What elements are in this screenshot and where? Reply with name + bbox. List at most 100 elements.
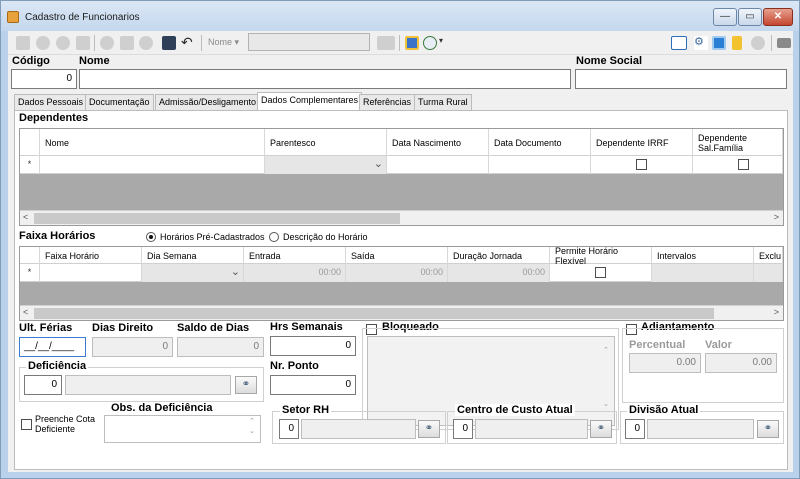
divisao-search-button[interactable]: ⚭ [757, 420, 779, 438]
setor-rh-search-button[interactable]: ⚭ [418, 420, 440, 438]
cell-entrada[interactable]: 00:00 [244, 264, 346, 282]
deficiencia-code-input[interactable]: 0 [24, 375, 62, 395]
last-record-icon[interactable] [76, 36, 90, 50]
search-field-dropdown[interactable]: Nome ▾ [208, 37, 239, 48]
minimize-button[interactable]: — [713, 8, 737, 26]
vertical-scrollbar[interactable]: ⌃ ⌄ [245, 417, 259, 441]
chevron-down-icon[interactable]: ⌄ [374, 157, 383, 170]
maximize-button[interactable]: ▭ [738, 8, 762, 26]
setor-rh-code-input[interactable]: 0 [279, 419, 299, 439]
scroll-down-icon[interactable]: ⌄ [245, 427, 259, 435]
col-intervalos[interactable]: Intervalos [652, 247, 754, 264]
scroll-right-icon[interactable]: > [774, 212, 779, 222]
report-icon[interactable] [405, 36, 419, 50]
settings-gear-icon[interactable]: ⚙ [694, 36, 708, 50]
edit-record-icon[interactable] [120, 36, 134, 50]
col-duracao-jornada[interactable]: Duração Jornada [448, 247, 550, 264]
centro-custo-search-button[interactable]: ⚭ [590, 420, 612, 438]
tab-dados-pessoais[interactable]: Dados Pessoais [14, 94, 88, 110]
col-entrada[interactable]: Entrada [244, 247, 346, 264]
scroll-thumb[interactable] [34, 213, 400, 224]
cell-data-nascimento[interactable] [387, 156, 489, 174]
col-permite-horario-flexivel[interactable]: Permite Horário Flexível [550, 247, 652, 266]
refresh-icon[interactable] [712, 36, 726, 50]
dependente-irrf-checkbox[interactable] [636, 159, 647, 170]
cell-data-documento[interactable] [489, 156, 591, 174]
list-view-icon[interactable] [377, 36, 395, 50]
col-dependente-sal-familia[interactable]: Dependente Sal.Família [693, 129, 783, 156]
dias-direito-input[interactable]: 0 [92, 337, 173, 357]
search-input[interactable] [248, 33, 370, 51]
deficiencia-search-button[interactable]: ⚭ [235, 376, 257, 394]
previous-record-icon[interactable] [36, 36, 50, 50]
percentual-input[interactable]: 0.00 [629, 353, 701, 373]
ult-ferias-date-input[interactable]: __/__/____ [19, 337, 86, 357]
cell-duracao-jornada[interactable]: 00:00 [448, 264, 550, 282]
centro-custo-code-input[interactable]: 0 [453, 419, 473, 439]
tab-turma-rural[interactable]: Turma Rural [414, 94, 472, 110]
preenche-cota-deficiente-label: Preenche Cota Deficiente [35, 414, 96, 434]
col-excluir[interactable]: Exclu [754, 247, 783, 264]
dependente-sal-familia-checkbox[interactable] [738, 159, 749, 170]
cell-intervalos[interactable] [652, 264, 754, 282]
permite-horario-flexivel-checkbox[interactable] [595, 267, 606, 278]
form-view-icon[interactable] [671, 36, 687, 50]
toolbar: ↶ Nome ▾ ▾ ⚙ [8, 31, 793, 55]
preenche-cota-deficiente-checkbox[interactable] [21, 419, 32, 430]
tab-documentacao[interactable]: Documentação [85, 94, 154, 110]
obs-deficiencia-textarea[interactable]: ⌃ ⌄ [104, 415, 261, 443]
tab-dados-complementares[interactable]: Dados Complementares [257, 92, 363, 111]
radio-descricao-do-horario[interactable] [269, 232, 279, 242]
toolbar-separator [771, 35, 772, 51]
scroll-up-icon[interactable]: ⌃ [245, 417, 259, 425]
save-icon[interactable] [162, 36, 176, 50]
faixa-horizontal-scrollbar[interactable]: < > [20, 305, 783, 320]
saldo-dias-input[interactable]: 0 [177, 337, 264, 357]
tab-referencias[interactable]: Referências [359, 94, 416, 110]
valor-input[interactable]: 0.00 [705, 353, 777, 373]
close-button[interactable]: ✕ [763, 8, 793, 26]
scroll-left-icon[interactable]: < [23, 307, 28, 317]
col-data-nascimento[interactable]: Data Nascimento [387, 129, 489, 156]
nome-input[interactable] [79, 69, 571, 89]
chevron-down-icon[interactable]: ⌄ [231, 265, 240, 278]
nr-ponto-input[interactable]: 0 [270, 375, 356, 395]
scroll-up-icon[interactable]: ⌃ [599, 346, 613, 354]
next-record-icon[interactable] [56, 36, 70, 50]
radio-horarios-pre-cadastrados[interactable] [146, 232, 156, 242]
user-icon[interactable] [751, 36, 765, 50]
cell-dependente-irrf [591, 156, 693, 174]
first-record-icon[interactable] [16, 36, 30, 50]
cell-faixa-horario[interactable] [40, 264, 142, 282]
cell-saida[interactable]: 00:00 [346, 264, 448, 282]
dependentes-horizontal-scrollbar[interactable]: < > [20, 210, 783, 225]
battery-icon[interactable] [732, 36, 742, 50]
nome-social-input[interactable] [575, 69, 787, 89]
scroll-left-icon[interactable]: < [23, 212, 28, 222]
col-dependente-irrf[interactable]: Dependente IRRF [591, 129, 693, 156]
hrs-semanais-input[interactable]: 0 [270, 336, 356, 356]
scroll-right-icon[interactable]: > [774, 307, 779, 317]
col-nome[interactable]: Nome [40, 129, 265, 156]
centro-custo-label: Centro de Custo Atual [455, 404, 575, 416]
cell-excluir[interactable] [754, 264, 783, 282]
col-parentesco[interactable]: Parentesco [265, 129, 387, 156]
undo-icon[interactable]: ↶ [181, 35, 195, 50]
col-dia-semana[interactable]: Dia Semana [142, 247, 244, 264]
divisao-code-input[interactable]: 0 [625, 419, 645, 439]
col-faixa-horario[interactable]: Faixa Horário [40, 247, 142, 264]
cell-parentesco-combo[interactable]: ⌄ [265, 156, 387, 174]
user-filter-icon[interactable] [423, 36, 437, 50]
delete-record-icon[interactable] [139, 36, 153, 50]
menu-icon[interactable] [777, 38, 791, 48]
new-record-icon[interactable] [100, 36, 114, 50]
cell-dia-semana-combo[interactable]: ⌄ [142, 264, 244, 282]
col-data-documento[interactable]: Data Documento [489, 129, 591, 156]
codigo-input[interactable]: 0 [11, 69, 77, 89]
dropdown-arrow-icon[interactable]: ▾ [439, 36, 445, 50]
col-saida[interactable]: Saída [346, 247, 448, 264]
scroll-thumb[interactable] [34, 308, 714, 319]
cell-nome[interactable] [40, 156, 265, 174]
tab-admissao-desligamento[interactable]: Admissão/Desligamento [155, 94, 261, 110]
scroll-down-icon[interactable]: ⌄ [599, 400, 613, 408]
